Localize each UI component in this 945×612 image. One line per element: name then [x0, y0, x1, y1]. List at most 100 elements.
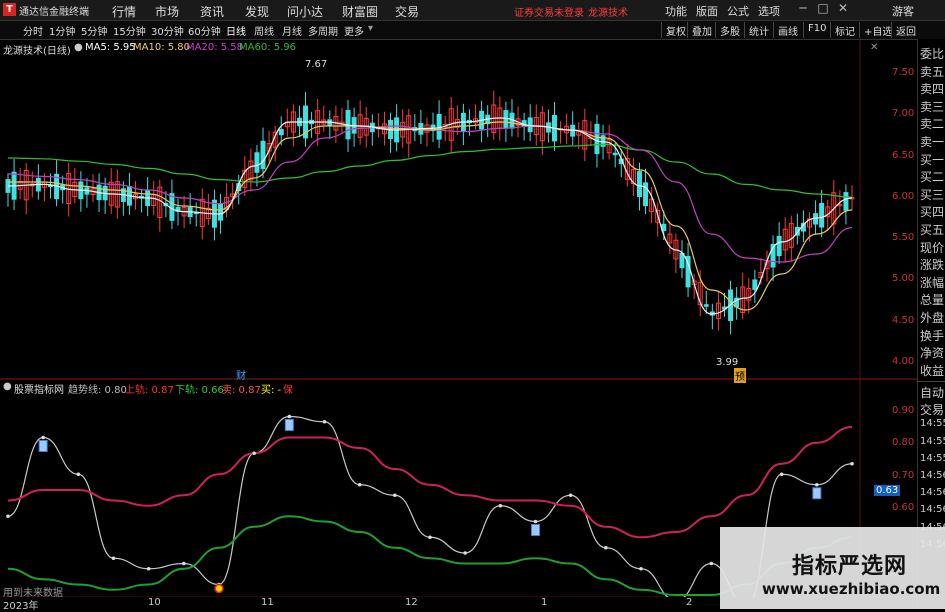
quote-panel-label: 买一: [920, 152, 945, 167]
period-30min[interactable]: 30分钟: [151, 23, 184, 38]
trend-point: [146, 566, 151, 571]
candle-body: [776, 235, 782, 257]
legend-upper: 上轨: 0.87: [125, 385, 174, 396]
title-bar: T 通达信金融终端 行情 市场 资讯 发现 问小达 财富圈 交易 证券交易未登录…: [0, 0, 945, 21]
menu-jiaoyi[interactable]: 交易: [395, 3, 419, 20]
legend-lower: 下轨: 0.66: [175, 385, 224, 396]
trend-point: [533, 519, 538, 524]
guest-user[interactable]: 游客: [892, 3, 914, 19]
candle-body: [612, 152, 618, 156]
quote-panel-label: 卖三: [920, 99, 945, 114]
candle-body: [843, 192, 849, 211]
trend-point: [639, 566, 643, 571]
period-5min[interactable]: 5分钟: [81, 23, 107, 38]
app-title: 通达信金融终端: [19, 7, 89, 18]
trade-time-label: 14:56: [920, 470, 945, 481]
btn-biaoji[interactable]: 标记: [830, 22, 859, 38]
quote-panel-label: 买二: [920, 170, 945, 185]
maximize-icon[interactable]: □: [815, 1, 831, 15]
trade-time-label: 14:55: [920, 452, 945, 464]
watermark-title: 指标严选网: [792, 554, 908, 579]
candle-body: [636, 171, 642, 198]
marker-cai[interactable]: 财: [236, 367, 246, 382]
sub-y-tick-0-60: 0.60: [892, 502, 915, 513]
period-fenshi[interactable]: 分时: [23, 23, 43, 38]
sell-signal-marker: [284, 419, 294, 431]
x-label-10: 10: [148, 597, 161, 608]
trend-point: [498, 503, 503, 508]
trend-point: [357, 482, 362, 487]
menu-hangqing[interactable]: 行情: [112, 3, 136, 20]
minimize-icon[interactable]: ─: [795, 1, 811, 15]
trend-point: [287, 414, 292, 419]
candle-body: [503, 110, 509, 129]
trade-time-label: 14:56: [920, 504, 945, 516]
legend-trend: 趋势线: 0.80: [68, 385, 127, 396]
menu-zixun[interactable]: 资讯: [200, 3, 224, 20]
menu-caifuquan[interactable]: 财富圈: [342, 3, 378, 20]
btn-huaxian[interactable]: 画线: [773, 22, 802, 38]
series-line-MA10: [8, 121, 853, 311]
x-label-12: 12: [405, 597, 418, 608]
candle-body: [169, 193, 175, 221]
trend-point: [6, 514, 10, 519]
trend-point: [111, 556, 116, 561]
candle-body: [260, 140, 266, 170]
menu-faxian[interactable]: 发现: [245, 3, 269, 20]
menu-gongneng[interactable]: 功能: [665, 3, 687, 19]
quote-panel-label: 卖四: [920, 82, 945, 97]
sub-chart-title: 股票指标网: [14, 385, 64, 396]
trade-time-label: 14:55: [920, 435, 945, 447]
legend-buy: 买: -: [261, 385, 282, 396]
btn-f10[interactable]: F10: [803, 22, 830, 38]
high-price-label: 7.67: [305, 59, 328, 70]
quote-panel-divider: [917, 381, 945, 382]
period-toolbar: 分时 1分钟 5分钟 15分钟 30分钟 60分钟 日线 周线 月线 多周期 更…: [0, 21, 945, 40]
menu-xuanxiang[interactable]: 选项: [758, 3, 780, 19]
menu-shichang[interactable]: 市场: [155, 3, 179, 20]
series-line-MA60: [7, 143, 853, 198]
candle-body: [703, 304, 709, 307]
candle-body: [679, 252, 685, 269]
buy-signal-marker: [214, 583, 224, 594]
trend-point: [604, 545, 608, 550]
period-more[interactable]: 更多: [344, 23, 364, 38]
menu-wenxiaoda[interactable]: 问小达: [287, 3, 323, 20]
btn-tongji[interactable]: 统计: [744, 22, 773, 38]
period-60min[interactable]: 60分钟: [188, 23, 221, 38]
sub-y-tick-0-80: 0.80: [892, 437, 915, 448]
quote-panel-label: 涨幅: [920, 275, 945, 290]
trend-point: [428, 535, 432, 540]
close-icon[interactable]: ✕: [835, 1, 851, 15]
candle-body: [278, 129, 284, 136]
sub-y-tick-0-90: 0.90: [892, 405, 915, 416]
auto-trade-label: 自动: [920, 386, 945, 400]
btn-diejia[interactable]: 叠加: [687, 22, 716, 38]
x-label-1: 1: [541, 597, 548, 608]
period-month[interactable]: 月线: [282, 23, 302, 38]
marker-yu[interactable]: 预: [734, 368, 746, 383]
btn-duogu[interactable]: 多股: [715, 22, 744, 38]
btn-fuquan[interactable]: 复权: [661, 22, 690, 38]
trend-point: [850, 461, 854, 466]
y-tick-7-00: 7.00: [892, 108, 915, 119]
menu-gongshi[interactable]: 公式: [727, 3, 749, 19]
trend-point: [463, 551, 467, 555]
period-15min[interactable]: 15分钟: [113, 23, 146, 38]
y-tick-4-00: 4.00: [892, 356, 915, 367]
trend-point: [709, 561, 714, 566]
trend-point: [815, 482, 819, 487]
y-tick-7-50: 7.50: [892, 67, 915, 78]
quote-panel-label: 卖五: [920, 64, 945, 79]
period-week[interactable]: 周线: [254, 23, 274, 38]
period-day[interactable]: 日线: [226, 23, 246, 38]
series-line-MA5: [7, 117, 853, 315]
menu-banmian[interactable]: 版面: [696, 3, 718, 19]
period-multi[interactable]: 多周期: [308, 23, 338, 38]
period-1min[interactable]: 1分钟: [49, 23, 75, 38]
login-warning[interactable]: 证券交易未登录: [514, 4, 584, 19]
trend-point: [252, 451, 256, 456]
more-chevron-icon[interactable]: ▾: [368, 23, 373, 34]
btn-fanhui[interactable]: 返回: [891, 22, 920, 38]
quote-panel-label: 总量: [920, 293, 945, 308]
